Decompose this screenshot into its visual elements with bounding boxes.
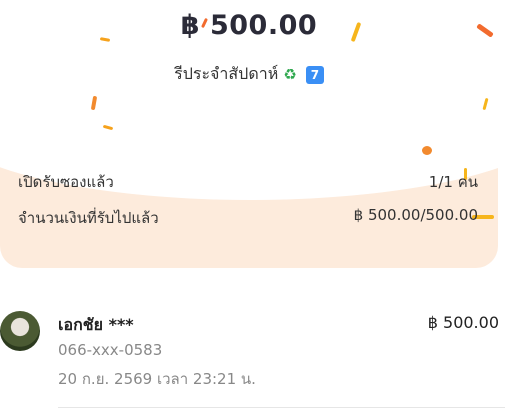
envelope-title: รีประจำสัปดาห์ ♻ 7 — [0, 62, 498, 87]
recipient-list-item[interactable]: เอกชัย *** 066-xxx-0583 20 ก.ย. 2569 เวล… — [0, 305, 505, 408]
envelope-summary-card: ฿ 500.00 รีประจำสัปดาห์ ♻ 7 เปิดรับซองแล… — [0, 0, 498, 268]
confetti-piece — [422, 146, 432, 155]
opened-count-row: เปิดรับซองแล้ว 1/1 คน — [18, 170, 478, 194]
number-seven-badge: 7 — [305, 65, 324, 84]
avatar — [0, 311, 40, 351]
envelope-title-text: รีประจำสัปดาห์ — [174, 64, 279, 83]
recycle-icon: ♻ — [283, 65, 297, 84]
received-value: ฿ 500.00/500.00 — [353, 206, 478, 224]
recipient-datetime: 20 ก.ย. 2569 เวลา 23:21 น. — [58, 370, 256, 388]
recipient-phone: 066-xxx-0583 — [58, 341, 163, 359]
opened-value: 1/1 คน — [428, 173, 478, 191]
recipient-amount: ฿ 500.00 — [427, 313, 499, 332]
received-label: จำนวนเงินที่รับไปแล้ว — [18, 209, 159, 227]
envelope-total-amount: ฿ 500.00 — [180, 10, 318, 41]
received-amount-row: จำนวนเงินที่รับไปแล้ว ฿ 500.00/500.00 — [18, 206, 478, 230]
recipient-name: เอกชัย *** — [58, 315, 134, 334]
opened-label: เปิดรับซองแล้ว — [18, 173, 114, 191]
